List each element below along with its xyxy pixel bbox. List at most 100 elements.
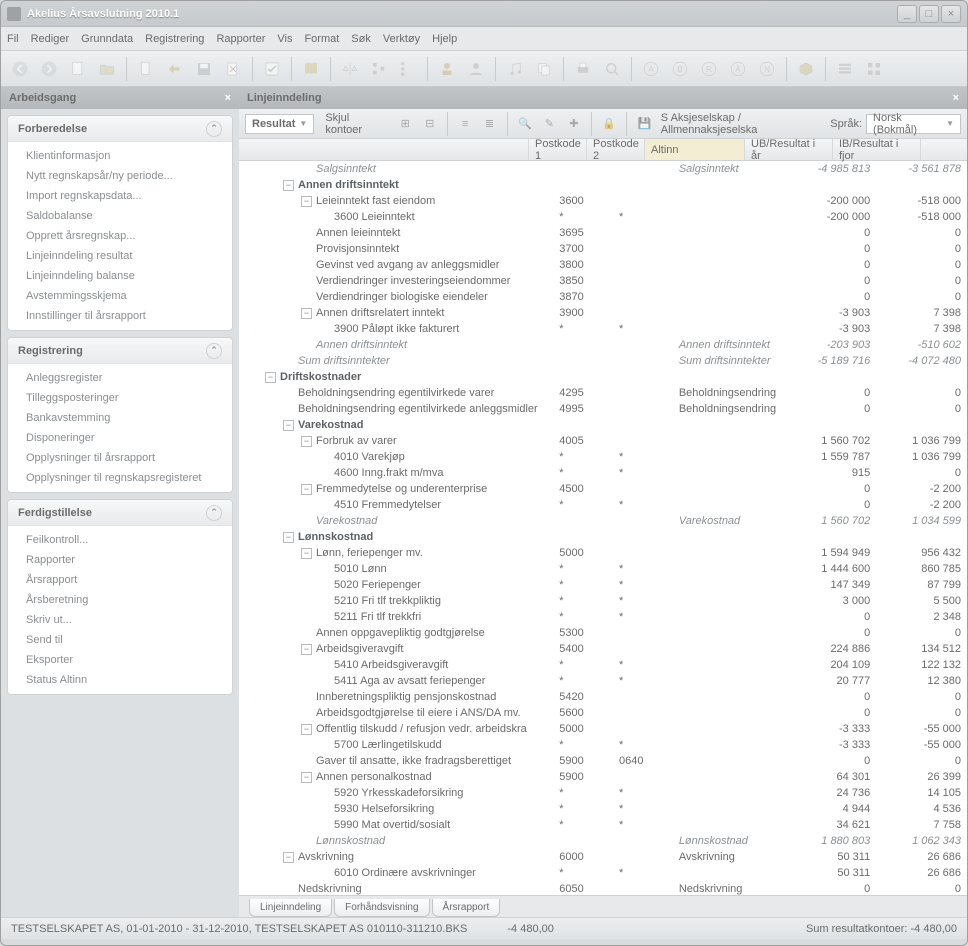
result-dropdown[interactable]: Resultat ▼ xyxy=(245,114,314,134)
grid-row[interactable]: Annen oppgavepliktig godtgjørelse530000 xyxy=(239,625,967,641)
menu-rediger[interactable]: Rediger xyxy=(31,33,70,45)
grid-row[interactable]: LønnskostnadLønnskostnad1 880 8031 062 3… xyxy=(239,833,967,849)
grid-row[interactable]: −Driftskostnader xyxy=(239,369,967,385)
nav-item[interactable]: Saldobalanse xyxy=(8,206,232,226)
grid-row[interactable]: 5020 Feriepenger**147 34987 799 xyxy=(239,577,967,593)
back-button[interactable] xyxy=(7,56,33,82)
nav-item[interactable]: Eksporter xyxy=(8,650,232,670)
save-sub-icon[interactable]: 💾 xyxy=(634,113,654,135)
check-icon[interactable] xyxy=(259,56,285,82)
menu-verktøy[interactable]: Verktøy xyxy=(383,33,420,45)
tab-forhåndsvisning[interactable]: Forhåndsvisning xyxy=(334,899,429,917)
grid-row[interactable]: −Varekostnad xyxy=(239,417,967,433)
grid-row[interactable]: −Arbeidsgiveravgift5400224 886134 512 xyxy=(239,641,967,657)
nav-item[interactable]: Avstemmingsskjema xyxy=(8,286,232,306)
grid-row[interactable]: SalgsinntektSalgsinntekt-4 985 813-3 561… xyxy=(239,161,967,177)
grid-row[interactable]: 5920 Yrkesskadeforsikring**24 73614 105 xyxy=(239,785,967,801)
grid-row[interactable]: Gaver til ansatte, ikke fradragsberettig… xyxy=(239,753,967,769)
nav-item[interactable]: Status Altinn xyxy=(8,670,232,690)
lock-icon[interactable]: 🔒 xyxy=(599,113,619,135)
nav-item[interactable]: Klientinformasjon xyxy=(8,146,232,166)
menu-grunndata[interactable]: Grunndata xyxy=(81,33,133,45)
expand-all-icon[interactable]: ⊞ xyxy=(395,113,415,135)
nav-item[interactable]: Rapporter xyxy=(8,550,232,570)
collapse-all-icon[interactable]: ⊟ xyxy=(419,113,439,135)
nav-item[interactable]: Disponeringer xyxy=(8,428,232,448)
tree2-icon[interactable] xyxy=(395,56,421,82)
grid-row[interactable]: 5700 Lærlingetilskudd**-3 333-55 000 xyxy=(239,737,967,753)
accordion-header[interactable]: Ferdigstillelse⌃ xyxy=(8,500,232,526)
col-tree[interactable] xyxy=(239,139,529,160)
expand-toggle-icon[interactable]: − xyxy=(301,484,312,495)
grid-row[interactable]: Verdiendringer investeringseiendommer385… xyxy=(239,273,967,289)
grid-row[interactable]: −Lønn, feriepenger mv.50001 594 949956 4… xyxy=(239,545,967,561)
book-icon[interactable] xyxy=(298,56,324,82)
menu-fil[interactable]: Fil xyxy=(7,33,19,45)
accordion-header[interactable]: Forberedelse⌃ xyxy=(8,116,232,142)
nav-item[interactable]: Årsberetning xyxy=(8,590,232,610)
nav-item[interactable]: Tilleggsposteringer xyxy=(8,388,232,408)
nav-item[interactable]: Nytt regnskapsår/ny periode... xyxy=(8,166,232,186)
grid-row[interactable]: Beholdningsendring egentilvirkede anlegg… xyxy=(239,401,967,417)
grid-row[interactable]: −Annen driftsrelatert inntekt3900-3 9037… xyxy=(239,305,967,321)
menu-rapporter[interactable]: Rapporter xyxy=(216,33,265,45)
grid-row[interactable]: 5990 Mat overtid/sosialt**34 6217 758 xyxy=(239,817,967,833)
tab-årsrapport[interactable]: Årsrapport xyxy=(432,899,501,917)
grid-row[interactable]: −Annen driftsinntekt xyxy=(239,177,967,193)
grid-row[interactable]: 4010 Varekjøp**1 559 7871 036 799 xyxy=(239,449,967,465)
nav-item[interactable]: Opplysninger til regnskapsregisteret xyxy=(8,468,232,488)
accordion-header[interactable]: Registrering⌃ xyxy=(8,338,232,364)
expand-toggle-icon[interactable]: − xyxy=(265,372,276,383)
letter-a-icon[interactable]: A xyxy=(638,56,664,82)
menu-vis[interactable]: Vis xyxy=(277,33,292,45)
grid-row[interactable]: −Offentlig tilskudd / refusjon vedr. arb… xyxy=(239,721,967,737)
copy-icon[interactable] xyxy=(531,56,557,82)
scale-icon[interactable] xyxy=(337,56,363,82)
letter-r-icon[interactable]: R xyxy=(696,56,722,82)
letter-b-icon[interactable]: B xyxy=(667,56,693,82)
grid-row[interactable]: Annen driftsinntektAnnen driftsinntekt-2… xyxy=(239,337,967,353)
grid-row[interactable]: 5211 Fri tlf trekkfri**02 348 xyxy=(239,609,967,625)
preview-icon[interactable] xyxy=(599,56,625,82)
grid-icon[interactable] xyxy=(861,56,887,82)
expand-toggle-icon[interactable]: − xyxy=(301,308,312,319)
right-panel-close-icon[interactable]: × xyxy=(953,92,959,104)
grid-row[interactable]: 5010 Lønn**1 444 600860 785 xyxy=(239,561,967,577)
expand-toggle-icon[interactable]: − xyxy=(283,852,294,863)
nav-item[interactable]: Linjeinndeling resultat xyxy=(8,246,232,266)
nav-item[interactable]: Opprett årsregnskap... xyxy=(8,226,232,246)
grid-row[interactable]: −Avskrivning6000Avskrivning50 31126 686 xyxy=(239,849,967,865)
outdent-icon[interactable]: ≡ xyxy=(455,113,475,135)
grid-row[interactable]: VarekostnadVarekostnad1 560 7021 034 599 xyxy=(239,513,967,529)
nav-item[interactable]: Linjeinndeling balanse xyxy=(8,266,232,286)
expand-toggle-icon[interactable]: − xyxy=(301,724,312,735)
maximize-button[interactable]: □ xyxy=(919,5,939,23)
grid-row[interactable]: Gevinst ved avgang av anleggsmidler38000… xyxy=(239,257,967,273)
nav-item[interactable]: Årsrapport xyxy=(8,570,232,590)
expand-toggle-icon[interactable]: − xyxy=(283,180,294,191)
col-ib[interactable]: IB/Resultat i fjor xyxy=(833,139,921,160)
expand-toggle-icon[interactable]: − xyxy=(301,644,312,655)
grid-row[interactable]: 6010 Ordinære avskrivninger**50 31126 68… xyxy=(239,865,967,881)
page-icon[interactable] xyxy=(133,56,159,82)
search-icon[interactable]: 🔍 xyxy=(515,113,535,135)
col-postkode2[interactable]: Postkode 2 xyxy=(587,139,645,160)
letter-a2-icon[interactable]: Å xyxy=(725,56,751,82)
add-icon[interactable]: ✚ xyxy=(564,113,584,135)
grid-row[interactable]: Provisjonsinntekt370000 xyxy=(239,241,967,257)
menu-søk[interactable]: Søk xyxy=(351,33,371,45)
tab-linjeinndeling[interactable]: Linjeinndeling xyxy=(249,899,332,917)
forward-button[interactable] xyxy=(36,56,62,82)
language-dropdown[interactable]: Norsk (Bokmål) ▼ xyxy=(866,114,961,134)
expand-toggle-icon[interactable]: − xyxy=(283,420,294,431)
minimize-button[interactable]: _ xyxy=(897,5,917,23)
grid-row[interactable]: −Leieinntekt fast eiendom3600-200 000-51… xyxy=(239,193,967,209)
col-altinn[interactable]: Altinn xyxy=(645,139,745,160)
expand-toggle-icon[interactable]: − xyxy=(301,196,312,207)
nav-item[interactable]: Skriv ut... xyxy=(8,610,232,630)
nav-item[interactable]: Opplysninger til årsrapport xyxy=(8,448,232,468)
save-icon[interactable] xyxy=(191,56,217,82)
nav-item[interactable]: Innstillinger til årsrapport xyxy=(8,306,232,326)
grid-row[interactable]: Arbeidsgodtgjørelse til eiere i ANS/DA m… xyxy=(239,705,967,721)
close-button[interactable]: × xyxy=(941,5,961,23)
